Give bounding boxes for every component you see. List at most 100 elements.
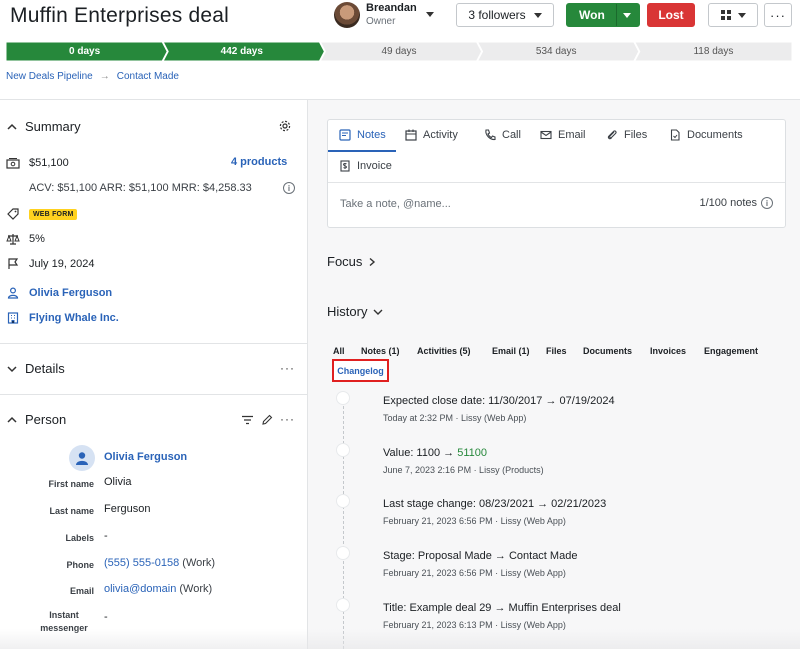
person-field-value[interactable]: Ferguson	[104, 503, 150, 515]
focus-title: Focus	[327, 254, 363, 269]
source-row: WEB FORM	[6, 207, 78, 221]
won-button[interactable]: Won	[566, 3, 640, 27]
tab-email[interactable]: Email	[539, 128, 586, 141]
person-field-value[interactable]: Olivia	[104, 476, 132, 488]
activity-icon	[404, 128, 417, 141]
person-field-value[interactable]: olivia@domain (Work)	[104, 583, 212, 595]
more-actions-button[interactable]: ···	[764, 3, 792, 27]
person-field-value[interactable]: (555) 555-0158 (Work)	[104, 557, 215, 569]
details-title: Details	[25, 361, 65, 376]
owner-avatar	[334, 2, 360, 28]
history-tab[interactable]: Documents	[583, 346, 632, 356]
summary-title: Summary	[25, 119, 81, 134]
email-link[interactable]: olivia@domain	[104, 583, 176, 595]
probability-value[interactable]: 5%	[29, 233, 45, 245]
history-tab[interactable]: Notes (1)	[361, 346, 400, 356]
followers-label: 3 followers	[468, 8, 526, 22]
tab-label: Documents	[687, 128, 743, 141]
history-tab[interactable]: Files	[546, 346, 567, 356]
details-section-header[interactable]: Details	[6, 361, 65, 376]
files-icon	[605, 128, 618, 141]
history-item: Title: Example deal 29 → Muffin Enterpri…	[383, 602, 621, 630]
history-tab[interactable]: Email (1)	[492, 346, 530, 356]
tab-documents[interactable]: Documents	[668, 128, 743, 141]
person-more-icon[interactable]: ···	[280, 412, 295, 426]
source-badge: WEB FORM	[29, 208, 78, 220]
person-title: Person	[25, 412, 67, 427]
pipeline-stage-label: 49 days	[381, 46, 417, 57]
tab-changelog[interactable]: Changelog	[332, 359, 389, 382]
filter-icon[interactable]	[242, 415, 253, 425]
won-menu-chevron-icon[interactable]	[623, 13, 631, 18]
owner-selector[interactable]: Breandan Owner	[334, 2, 434, 28]
history-title: History	[327, 304, 368, 319]
person-row: Olivia Ferguson	[6, 286, 112, 300]
phone-link[interactable]: (555) 555-0158	[104, 557, 179, 569]
arrow-right-icon: →	[99, 71, 110, 82]
close-date-value[interactable]: July 19, 2024	[29, 258, 94, 270]
timeline-dot	[336, 443, 350, 457]
history-change: Stage: Proposal Made → Contact Made	[383, 550, 578, 562]
breadcrumb: New Deals Pipeline → Contact Made	[6, 71, 179, 82]
person-field-label: Email	[69, 586, 94, 596]
person-name-link[interactable]: Olivia Ferguson	[104, 451, 187, 463]
history-item: Value: 1100 → 51100 June 7, 2023 2:16 PM …	[383, 447, 544, 475]
history-new-value: 51100	[457, 447, 487, 459]
person-field-label: First name	[48, 479, 94, 489]
tab-files[interactable]: Files	[605, 128, 647, 141]
building-icon	[6, 311, 20, 325]
scale-icon	[6, 232, 20, 246]
person-avatar	[69, 445, 95, 471]
timeline-dot	[336, 546, 350, 560]
history-tab[interactable]: All	[333, 346, 345, 356]
summary-section-header[interactable]: Summary	[6, 119, 81, 134]
breadcrumb-pipeline[interactable]: New Deals Pipeline	[6, 71, 93, 82]
active-tab-underline	[328, 150, 396, 152]
history-meta: February 21, 2023 6:56 PM · Lissy (Web A…	[383, 568, 566, 578]
info-icon[interactable]: i	[283, 182, 295, 194]
person-field-value[interactable]: -	[104, 611, 108, 623]
tab-activity[interactable]: Activity	[404, 128, 458, 141]
owner-role: Owner	[366, 16, 396, 27]
recurring-revenue: ACV: $51,100 ARR: $51,100 MRR: $4,258.33	[29, 182, 252, 194]
products-link[interactable]: 4 products	[231, 156, 287, 168]
history-tab[interactable]: Invoices	[650, 346, 686, 356]
person-icon	[6, 286, 20, 300]
breadcrumb-stage[interactable]: Contact Made	[117, 71, 179, 82]
history-header[interactable]: History	[327, 304, 383, 319]
chevron-up-icon	[7, 123, 17, 130]
history-tab[interactable]: Engagement	[704, 346, 758, 356]
pencil-icon[interactable]	[261, 414, 273, 426]
tab-notes[interactable]: Notes	[338, 128, 386, 141]
person-field-value[interactable]: -	[104, 530, 108, 542]
won-label: Won	[579, 8, 605, 22]
note-input[interactable]: Take a note, @name...	[340, 198, 451, 210]
notes-icon	[338, 128, 351, 141]
focus-header[interactable]: Focus	[327, 254, 376, 269]
tab-call[interactable]: Call	[483, 128, 521, 141]
info-icon[interactable]: i	[761, 197, 773, 209]
person-link[interactable]: Olivia Ferguson	[29, 287, 112, 299]
lost-button[interactable]: Lost	[647, 3, 695, 27]
organization-link[interactable]: Flying Whale Inc.	[29, 312, 119, 324]
tab-label: Files	[624, 128, 648, 141]
tab-invoice[interactable]: Invoice	[338, 159, 392, 172]
deal-value[interactable]: $51,100	[29, 157, 69, 169]
chevron-right-icon	[369, 257, 376, 266]
contact-type-note: (Work)	[179, 557, 216, 569]
chevron-down-icon	[7, 365, 17, 372]
tab-label: Activity	[423, 128, 458, 141]
gear-icon[interactable]	[279, 120, 291, 132]
history-tab[interactable]: Activities (5)	[417, 346, 471, 356]
person-section-header[interactable]: Person	[6, 412, 66, 427]
deal-title[interactable]: Muffin Enterprises deal	[10, 4, 229, 28]
view-switcher-button[interactable]	[708, 3, 758, 27]
person-field-label: Labels	[65, 533, 94, 543]
details-more-icon[interactable]: ···	[280, 361, 295, 375]
note-count-label: 1/100 notes	[699, 197, 758, 209]
followers-button[interactable]: 3 followers	[456, 3, 554, 27]
close-date-row: July 19, 2024	[6, 257, 94, 271]
email-icon	[539, 128, 552, 141]
history-change: Expected close date: 11/30/2017 → 07/19/…	[383, 395, 615, 407]
timeline-dot	[336, 598, 350, 612]
